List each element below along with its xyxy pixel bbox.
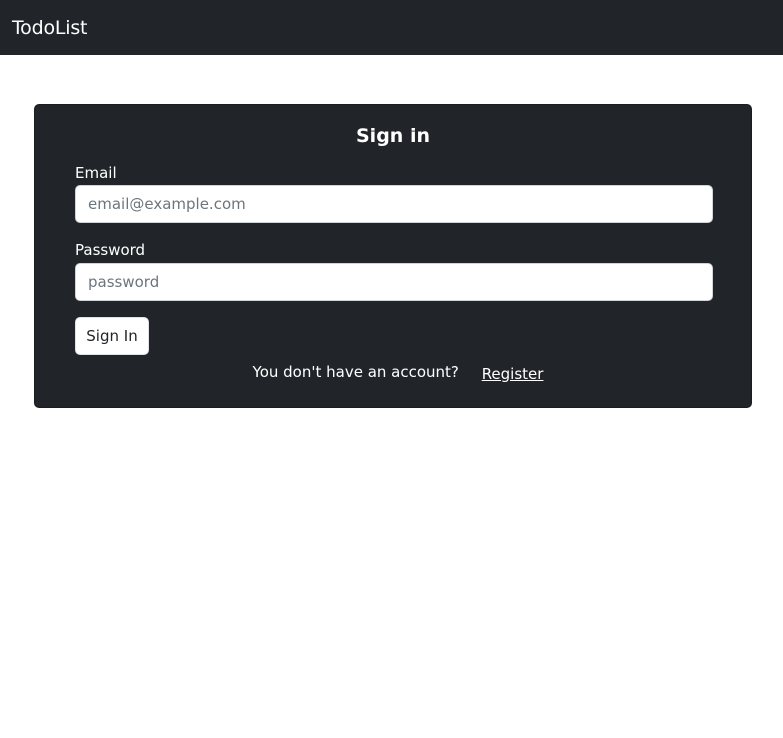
signin-card: Sign in Email Password Sign In You don't… [34, 104, 752, 408]
password-input[interactable] [75, 263, 713, 301]
email-input[interactable] [75, 185, 713, 223]
register-link[interactable]: Register [482, 365, 544, 383]
navbar: TodoList [0, 0, 783, 55]
register-prompt: You don't have an account? [252, 363, 459, 381]
register-row: You don't have an account? Register [35, 363, 751, 383]
navbar-brand-link[interactable]: TodoList [12, 17, 88, 39]
signin-title: Sign in [356, 125, 430, 147]
sign-in-button[interactable]: Sign In [75, 317, 149, 355]
email-label: Email [75, 164, 117, 182]
password-label: Password [75, 241, 146, 259]
